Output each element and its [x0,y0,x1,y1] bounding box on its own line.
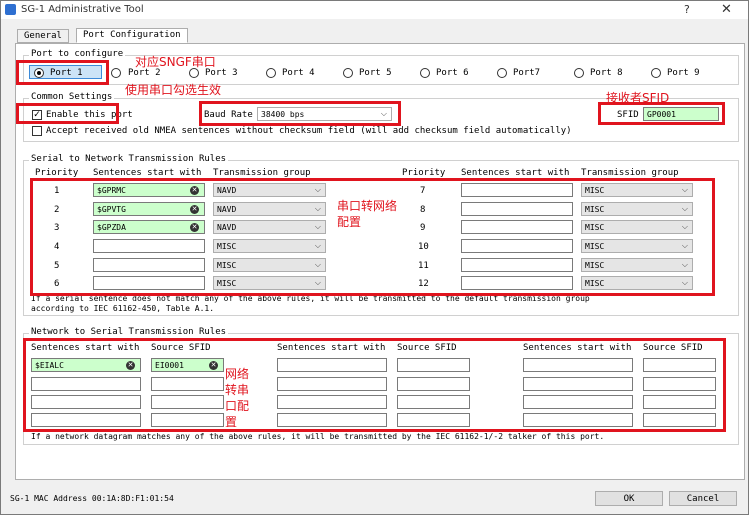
annotation-sfid-text: 接收者SFID [606,91,670,105]
close-button[interactable]: ✕ [721,2,732,17]
app-window: SG-1 Administrative Tool ? ✕ General Por… [0,0,749,515]
annotation-port-text: 对应SNGF串口 [135,55,216,69]
accept-old-nmea-checkbox[interactable] [32,126,42,136]
port-7-label[interactable]: Port7 [513,68,540,78]
tab-general[interactable]: General [17,29,69,43]
group-header-left: Transmission group [213,168,311,178]
annotation-enable-text: 使用串口勾选生效 [125,83,222,97]
port-group-title: Port to configure [29,49,126,59]
ok-button[interactable]: OK [595,491,663,506]
priority-header-right: Priority [402,168,446,178]
serial-rules-title: Serial to Network Transmission Rules [29,154,229,164]
port-5-label[interactable]: Port 5 [359,68,392,78]
annotation-n2s-line1: 网络 [225,367,250,381]
annotation-box-enable [16,103,119,124]
priority-header-left: Priority [35,168,79,178]
port-9-label[interactable]: Port 9 [667,68,700,78]
annotation-box-serial-rules [30,178,715,296]
group-header-right: Transmission group [581,168,679,178]
annotation-n2s-line4: 置 [225,415,238,429]
annotation-s2n-line2: 配置 [337,215,362,229]
annotation-box-baud [199,101,401,126]
annotation-n2s-line2: 转串 [225,383,250,397]
window-title: SG-1 Administrative Tool [21,4,144,15]
app-icon [5,4,16,15]
annotation-box-network-rules [23,338,726,432]
serial-rules-note-line2: according to IEC 61162-450, Table A.1. [31,304,215,313]
port-6-radio[interactable] [420,68,430,78]
title-bar: SG-1 Administrative Tool ? ✕ [1,1,748,19]
port-9-radio[interactable] [651,68,661,78]
port-5-radio[interactable] [343,68,353,78]
network-rules-title: Network to Serial Transmission Rules [29,327,229,337]
sentence-header-right: Sentences start with [461,168,570,178]
help-button[interactable]: ? [684,3,690,16]
port-4-radio[interactable] [266,68,276,78]
port-6-label[interactable]: Port 6 [436,68,469,78]
port-2-radio[interactable] [111,68,121,78]
annotation-s2n-line1: 串口转网络 [337,199,398,213]
port-8-label[interactable]: Port 8 [590,68,623,78]
accept-old-nmea-label[interactable]: Accept received old NMEA sentences witho… [46,126,572,136]
annotation-box-port [16,60,109,85]
network-rules-note: If a network datagram matches any of the… [31,432,605,441]
mac-address: SG-1 MAC Address 00:1A:8D:F1:01:54 [10,494,174,503]
sentence-header-left: Sentences start with [93,168,202,178]
tab-port-configuration[interactable]: Port Configuration [76,28,188,43]
port-4-label[interactable]: Port 4 [282,68,315,78]
port-7-radio[interactable] [497,68,507,78]
cancel-button[interactable]: Cancel [669,491,737,506]
common-settings-title: Common Settings [29,92,115,102]
annotation-n2s-line3: 口配 [225,399,250,413]
port-8-radio[interactable] [574,68,584,78]
